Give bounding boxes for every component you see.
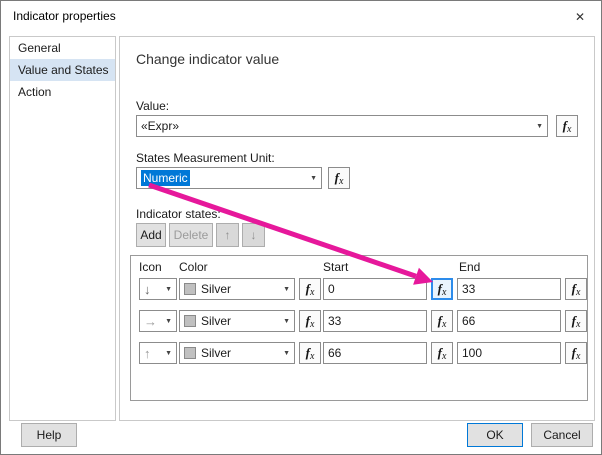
right-arrow-icon: →: [144, 313, 157, 329]
table-row: ↓ ▼ Silver ▼ fx fx fx: [131, 278, 587, 300]
end-expression-button[interactable]: fx: [565, 278, 587, 300]
indicator-states-table: Icon Color Start End ↓ ▼ Silver ▼ fx fx: [130, 255, 588, 401]
cancel-button[interactable]: Cancel: [531, 423, 593, 447]
delete-button[interactable]: Delete: [169, 223, 213, 247]
sidebar: General Value and States Action: [9, 36, 116, 421]
sidebar-item-general[interactable]: General: [10, 37, 115, 59]
color-dropdown[interactable]: Silver ▼: [179, 310, 295, 332]
unit-label: States Measurement Unit:: [136, 151, 275, 165]
end-expression-button[interactable]: fx: [565, 310, 587, 332]
color-swatch: [184, 283, 196, 295]
down-arrow-icon: ↓: [144, 281, 151, 297]
end-input[interactable]: [457, 342, 561, 364]
icon-dropdown[interactable]: → ▼: [139, 310, 177, 332]
unit-dropdown[interactable]: Numeric ▼: [136, 167, 322, 189]
chevron-down-icon[interactable]: ▼: [536, 123, 543, 130]
move-up-button[interactable]: ↑: [216, 223, 239, 247]
column-header-icon: Icon: [139, 260, 162, 274]
unit-expression-button[interactable]: fx: [328, 167, 350, 189]
icon-dropdown[interactable]: ↓ ▼: [139, 278, 177, 300]
color-expression-button[interactable]: fx: [299, 310, 321, 332]
column-header-start: Start: [323, 260, 349, 274]
color-name: Silver: [201, 282, 232, 296]
color-expression-button[interactable]: fx: [299, 278, 321, 300]
start-expression-button[interactable]: fx: [431, 342, 453, 364]
color-swatch: [184, 315, 196, 327]
chevron-down-icon[interactable]: ▼: [310, 175, 317, 182]
title-bar: Indicator properties ✕: [1, 1, 601, 31]
up-arrow-icon: ↑: [224, 228, 231, 242]
sidebar-item-action[interactable]: Action: [10, 81, 115, 103]
value-label: Value:: [136, 99, 170, 113]
add-button[interactable]: Add: [136, 223, 166, 247]
color-expression-button[interactable]: fx: [299, 342, 321, 364]
end-input[interactable]: [457, 278, 561, 300]
chevron-down-icon[interactable]: ▼: [283, 350, 290, 357]
value-dropdown[interactable]: «Expr» ▼: [136, 115, 548, 137]
color-dropdown[interactable]: Silver ▼: [179, 278, 295, 300]
chevron-down-icon[interactable]: ▼: [165, 286, 172, 293]
down-arrow-icon: ↓: [250, 228, 257, 242]
color-dropdown[interactable]: Silver ▼: [179, 342, 295, 364]
icon-dropdown[interactable]: ↑ ▼: [139, 342, 177, 364]
indicator-states-label: Indicator states:: [136, 207, 221, 221]
start-expression-button[interactable]: fx: [431, 310, 453, 332]
sidebar-item-value-and-states[interactable]: Value and States: [10, 59, 115, 81]
unit-selected-value: Numeric: [141, 170, 190, 186]
start-input[interactable]: [323, 342, 427, 364]
chevron-down-icon[interactable]: ▼: [283, 318, 290, 325]
color-name: Silver: [201, 346, 232, 360]
close-icon[interactable]: ✕: [571, 8, 589, 26]
page-title: Change indicator value: [136, 51, 280, 67]
end-expression-button[interactable]: fx: [565, 342, 587, 364]
start-input[interactable]: [323, 278, 427, 300]
start-input[interactable]: [323, 310, 427, 332]
up-arrow-icon: ↑: [144, 345, 151, 361]
chevron-down-icon[interactable]: ▼: [165, 350, 172, 357]
value-expression-button[interactable]: fx: [556, 115, 578, 137]
table-row: ↑ ▼ Silver ▼ fx fx fx: [131, 342, 587, 364]
help-button[interactable]: Help: [21, 423, 77, 447]
end-input[interactable]: [457, 310, 561, 332]
chevron-down-icon[interactable]: ▼: [283, 286, 290, 293]
start-expression-button[interactable]: fx: [431, 278, 453, 300]
table-row: → ▼ Silver ▼ fx fx fx: [131, 310, 587, 332]
column-header-color: Color: [179, 260, 208, 274]
column-header-end: End: [459, 260, 481, 274]
main-panel: Change indicator value Value: «Expr» ▼ f…: [119, 36, 595, 421]
color-name: Silver: [201, 314, 232, 328]
ok-button[interactable]: OK: [467, 423, 523, 447]
move-down-button[interactable]: ↓: [242, 223, 265, 247]
chevron-down-icon[interactable]: ▼: [165, 318, 172, 325]
indicator-properties-dialog: Indicator properties ✕ General Value and…: [0, 0, 602, 455]
dialog-title: Indicator properties: [13, 9, 116, 23]
color-swatch: [184, 347, 196, 359]
value-expression-text: «Expr»: [141, 119, 180, 133]
